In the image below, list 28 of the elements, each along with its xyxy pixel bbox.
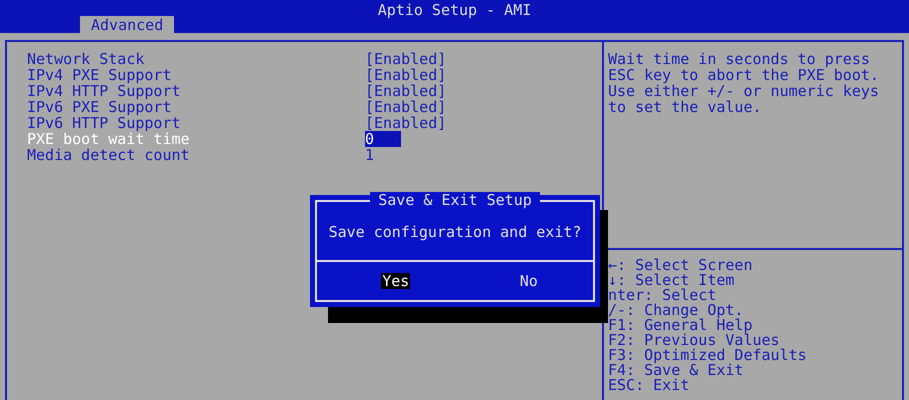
setting-label[interactable]: Network Stack xyxy=(27,51,365,67)
setting-value[interactable]: [Enabled] xyxy=(365,83,446,99)
tab[interactable]: Advanced xyxy=(80,16,174,33)
setting-label[interactable]: PXE boot wait time xyxy=(27,131,365,147)
key-help-line: nter: Select xyxy=(608,288,716,303)
setting-label[interactable]: Media detect count xyxy=(27,147,365,163)
window-title: Aptio Setup - AMI xyxy=(376,2,532,18)
dialog-button[interactable]: Yes xyxy=(381,273,410,289)
setting-value[interactable]: [Enabled] xyxy=(365,99,446,115)
help-text: Wait time in seconds to press ESC key to abort the PXE boot. Use either +/- or numeric keys to set the value. xyxy=(608,51,880,115)
key-help-line: /-: Change Opt. xyxy=(608,303,744,318)
setting-label[interactable]: IPv4 HTTP Support xyxy=(27,83,365,99)
key-help-line: F3: Optimized Defaults xyxy=(608,348,808,363)
setting-label[interactable]: IPv4 PXE Support xyxy=(27,67,365,83)
key-help-line: F2: Previous Values xyxy=(608,333,780,348)
dialog-button[interactable]: No xyxy=(518,273,539,289)
setting-label[interactable]: IPv6 HTTP Support xyxy=(27,115,365,131)
key-help-line: ESC: Exit xyxy=(608,378,690,393)
setting-value[interactable]: [Enabled] xyxy=(365,115,446,131)
key-help-line: F1: General Help xyxy=(608,318,752,333)
setting-value[interactable]: [Enabled] xyxy=(365,51,446,67)
setting-label[interactable]: IPv6 PXE Support xyxy=(27,99,365,115)
key-help-line: ←: Select Screen xyxy=(608,258,754,273)
setting-value[interactable]: 0 xyxy=(365,131,401,147)
key-help-line: ↓: Select Item xyxy=(608,273,736,288)
key-help-line: F4: Save & Exit xyxy=(608,363,744,378)
setting-value[interactable]: [Enabled] xyxy=(365,67,446,83)
setting-value[interactable]: 1 xyxy=(365,147,374,163)
